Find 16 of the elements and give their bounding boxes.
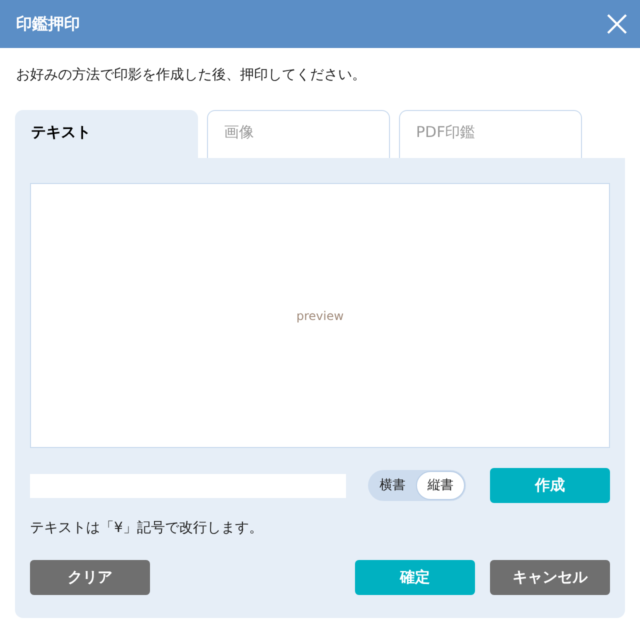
tab[interactable]: PDF印鑑 [399,110,582,158]
text-input-field[interactable] [30,474,346,498]
note-text: テキストは「¥」記号で改行します。 [30,519,263,538]
action-button[interactable]: クリア [30,560,150,595]
window-title: 印鑑押印 [16,13,80,35]
create-button[interactable]: 作成 [490,468,610,503]
orientation-option[interactable]: 横書 [369,471,416,500]
instruction-text: お好みの方法で印影を作成した後、押印してください。 [16,66,366,85]
tab[interactable]: 画像 [207,110,390,158]
orientation-option[interactable]: 縦書 [416,471,465,500]
tab[interactable]: テキスト [15,110,198,158]
orientation-toggle[interactable]: 横書 縦書 [368,470,466,501]
action-button[interactable]: 確定 [355,560,475,595]
close-icon[interactable] [606,13,628,35]
action-button[interactable]: キャンセル [490,560,610,595]
preview-label: preview [296,308,344,324]
